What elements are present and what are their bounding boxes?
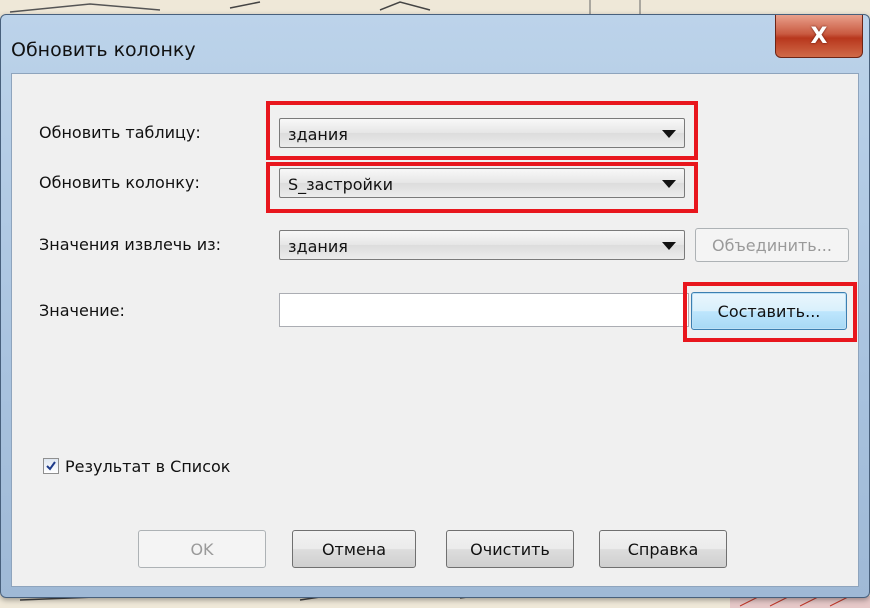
highlight-compose <box>683 282 857 342</box>
checkmark-icon <box>46 461 56 471</box>
value-label: Значение: <box>39 301 125 320</box>
values-from-value: здания <box>288 237 348 256</box>
highlight-update-table <box>266 101 698 160</box>
close-icon: X <box>810 23 828 49</box>
result-to-list-checkbox[interactable] <box>43 458 59 474</box>
join-button[interactable]: Объединить... <box>695 228 849 262</box>
highlight-update-column <box>266 162 698 213</box>
close-button[interactable]: X <box>775 15 863 58</box>
title-bar[interactable]: Обновить колонку X <box>1 15 869 73</box>
values-from-select[interactable]: здания <box>279 230 685 260</box>
values-from-label: Значения извлечь из: <box>39 235 222 254</box>
update-column-label: Обновить колонку: <box>39 173 200 192</box>
dialog-body: Обновить таблицу: здания Обновить колонк… <box>11 73 859 587</box>
clear-button[interactable]: Очистить <box>446 530 574 568</box>
ok-button[interactable]: OK <box>138 530 266 568</box>
chevron-down-icon <box>662 242 676 250</box>
cancel-button[interactable]: Отмена <box>292 530 416 568</box>
value-input[interactable] <box>279 293 689 327</box>
help-button[interactable]: Справка <box>599 530 727 568</box>
update-table-label: Обновить таблицу: <box>39 123 201 142</box>
update-column-dialog: Обновить колонку X Обновить таблицу: зда… <box>0 14 870 598</box>
dialog-title: Обновить колонку <box>11 39 196 61</box>
result-to-list-label[interactable]: Результат в Список <box>65 457 230 476</box>
